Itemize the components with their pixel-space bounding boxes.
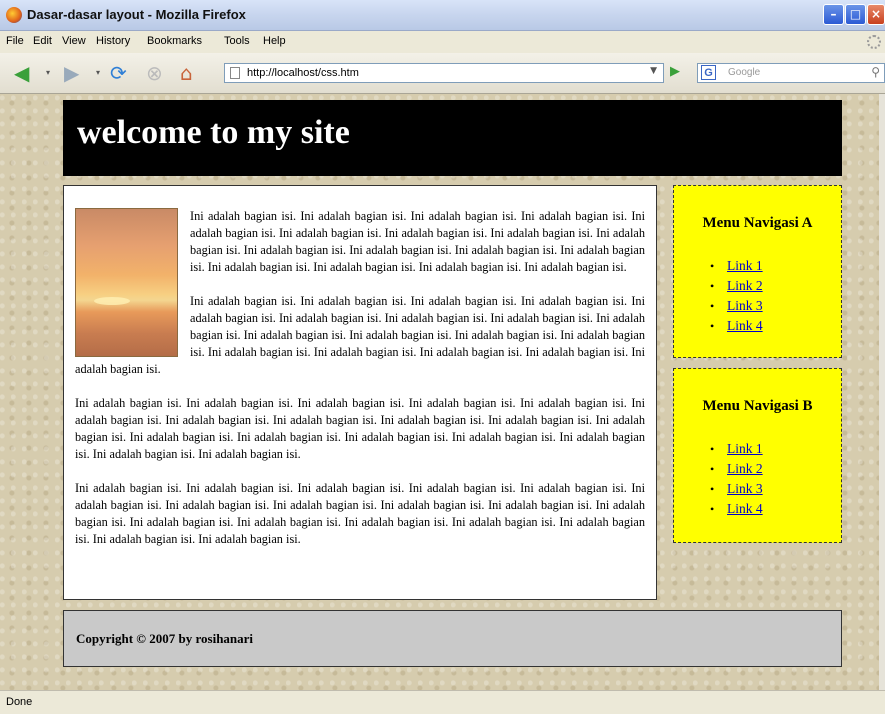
list-item: Link 4 [710,316,763,336]
nav-link[interactable]: Link 4 [727,318,763,333]
forward-icon[interactable]: ▶ [64,62,79,84]
reload-icon[interactable]: ⟳ [110,62,127,84]
maximize-button[interactable]: □ [845,4,866,25]
menubar: File Edit View History Bookmarks Tools H… [0,31,885,53]
nav-menu-a-title: Menu Navigasi A [702,215,813,231]
url-text[interactable]: http://localhost/css.htm [247,67,359,79]
content-paragraph: Ini adalah bagian isi. Ini adalah bagian… [75,481,645,546]
nav-menu-b-list: Link 1 Link 2 Link 3 Link 4 [710,439,763,519]
menu-view[interactable]: View [62,35,86,47]
forward-dropdown-icon[interactable]: ▾ [96,62,100,84]
url-bar[interactable]: http://localhost/css.htm ▼ [224,63,664,83]
back-icon[interactable]: ◀ [14,62,29,84]
menu-file[interactable]: File [6,35,24,47]
list-item: Link 3 [710,479,763,499]
nav-link[interactable]: Link 1 [727,258,763,273]
nav-link[interactable]: Link 2 [727,461,763,476]
go-icon[interactable]: ▶ [670,64,680,79]
menu-history[interactable]: History [96,35,130,47]
nav-link[interactable]: Link 3 [727,298,763,313]
scrollbar[interactable] [879,94,885,690]
nav-menu-b-title: Menu Navigasi B [702,398,813,414]
navigation-toolbar: ◀ ▾ ▶ ▾ ⟳ ⊗ ⌂ http://localhost/css.htm ▼… [0,53,885,94]
status-bar: Done [0,690,885,714]
close-button[interactable]: × [867,4,885,25]
nav-menu-a: Menu Navigasi A Link 1 Link 2 Link 3 Lin… [673,185,842,358]
list-item: Link 1 [710,256,763,276]
menu-help[interactable]: Help [263,35,286,47]
nav-link[interactable]: Link 1 [727,441,763,456]
minimize-button[interactable]: – [823,4,844,25]
search-icon[interactable]: ⚲ [871,65,880,79]
list-item: Link 3 [710,296,763,316]
url-dropdown-icon[interactable]: ▼ [650,66,657,76]
site-header: welcome to my site [63,100,842,176]
page-viewport: welcome to my site Ini adalah bagian isi… [0,94,885,690]
back-dropdown-icon[interactable]: ▾ [46,62,50,84]
nav-menu-b: Menu Navigasi B Link 1 Link 2 Link 3 Lin… [673,368,842,543]
firefox-icon [6,7,22,23]
menu-edit[interactable]: Edit [33,35,52,47]
nav-menu-a-list: Link 1 Link 2 Link 3 Link 4 [710,256,763,336]
nav-link[interactable]: Link 3 [727,481,763,496]
nav-link[interactable]: Link 2 [727,278,763,293]
menu-bookmarks[interactable]: Bookmarks [147,35,202,47]
list-item: Link 4 [710,499,763,519]
window-titlebar: Dasar-dasar layout - Mozilla Firefox – □… [0,0,885,31]
search-box[interactable]: G Google ⚲ [697,63,885,83]
page-icon [230,67,240,79]
nav-link[interactable]: Link 4 [727,501,763,516]
menu-tools[interactable]: Tools [224,35,250,47]
google-engine-icon[interactable]: G [701,65,716,80]
status-text: Done [6,696,33,708]
main-content: Ini adalah bagian isi. Ini adalah bagian… [63,185,657,600]
list-item: Link 2 [710,459,763,479]
activity-throbber-icon [867,35,881,49]
home-icon[interactable]: ⌂ [180,62,193,84]
window-title: Dasar-dasar layout - Mozilla Firefox [27,7,246,22]
copyright-text: Copyright © 2007 by rosihanari [76,631,254,646]
site-footer: Copyright © 2007 by rosihanari [63,610,842,667]
site-title: welcome to my site [77,114,350,151]
search-input[interactable]: Google [728,67,760,78]
list-item: Link 2 [710,276,763,296]
sunset-image [75,208,178,357]
stop-icon[interactable]: ⊗ [146,62,163,84]
list-item: Link 1 [710,439,763,459]
content-paragraph: Ini adalah bagian isi. Ini adalah bagian… [75,396,645,461]
